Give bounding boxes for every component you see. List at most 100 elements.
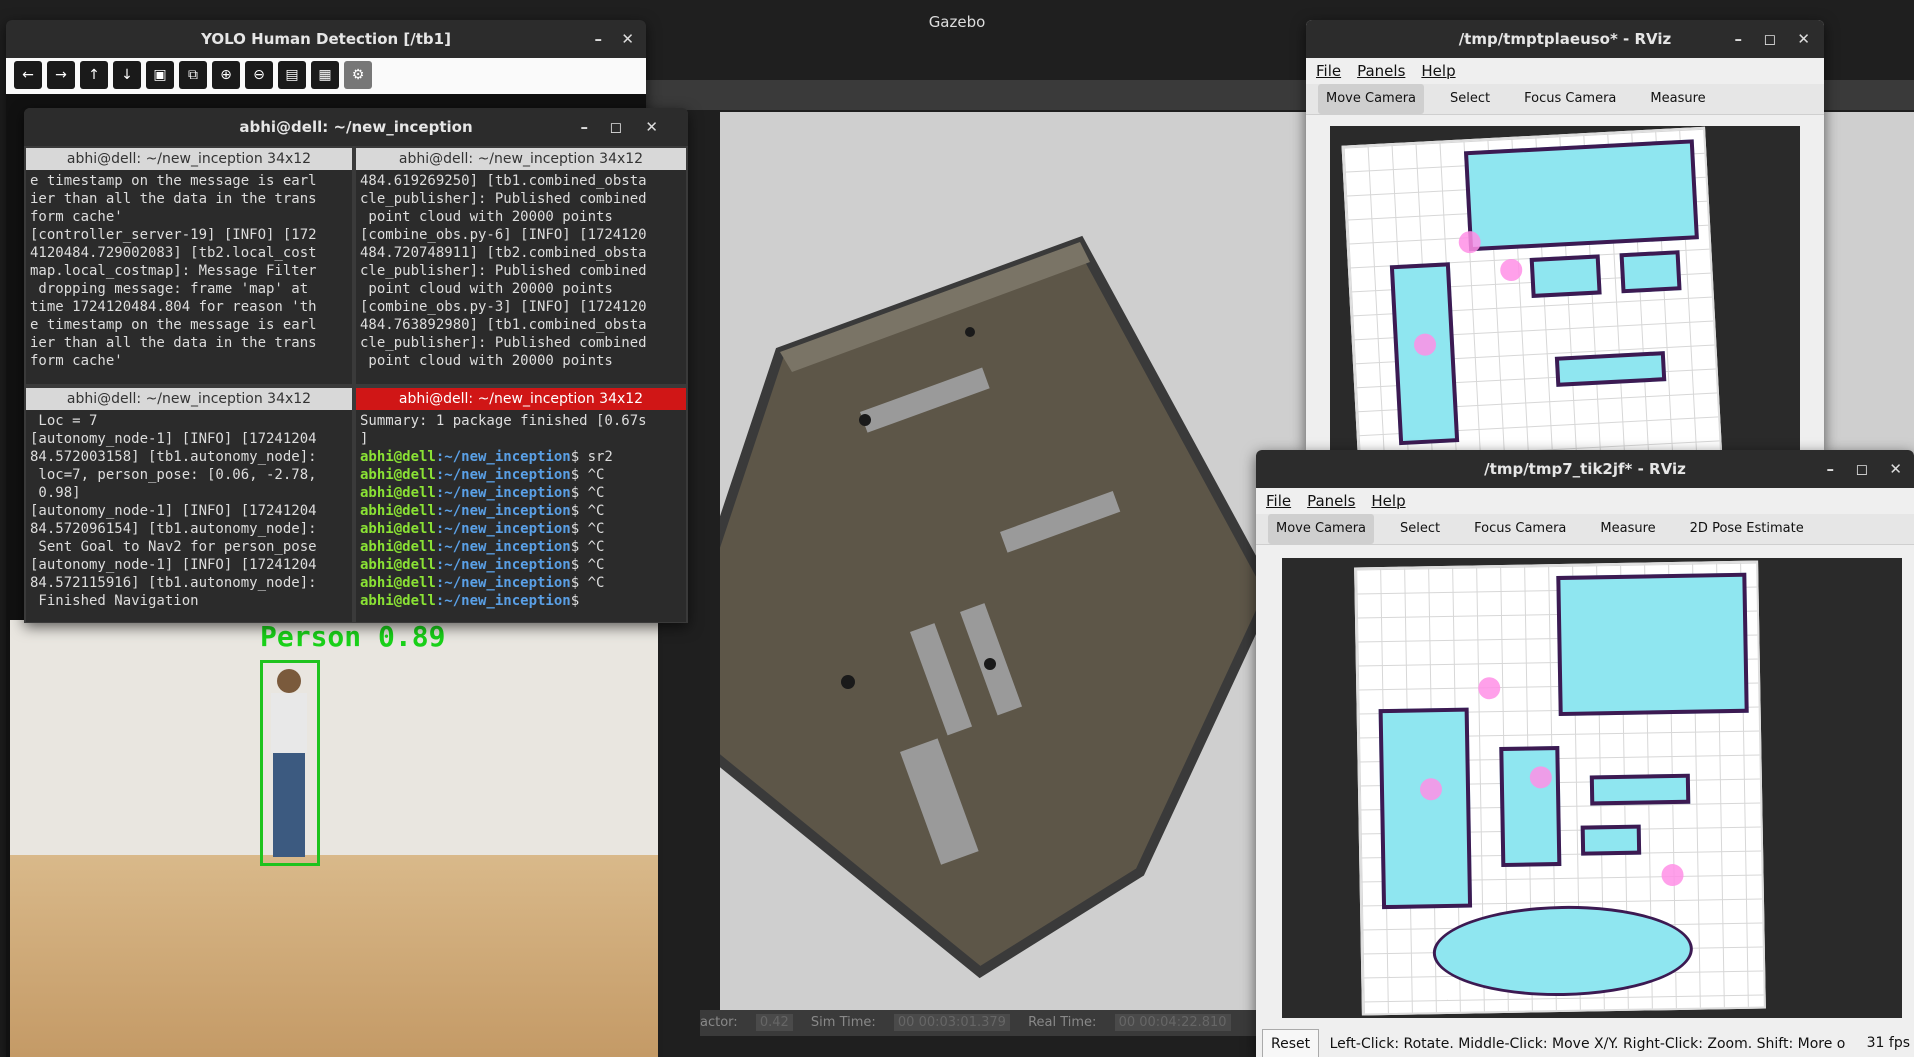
rviz-window-2: /tmp/tmp7_tik2jf* - RViz – ◻ ✕ File Pane… <box>1256 450 1914 1057</box>
zoom-in-icon[interactable]: ⊕ <box>212 61 240 89</box>
terminal-line: form cache' <box>30 353 123 369</box>
rviz1-titlebar[interactable]: /tmp/tmptplaeuso* - RViz – ◻ ✕ <box>1306 20 1824 58</box>
tool-select[interactable]: Select <box>1442 84 1498 114</box>
terminal-line: [autonomy_node-1] [INFO] [17241204 <box>30 431 317 447</box>
rviz2-3d-view[interactable] <box>1282 558 1902 1018</box>
rviz1-menubar: File Panels Help <box>1306 58 1824 84</box>
back-arrow-icon[interactable]: ← <box>14 61 42 89</box>
menu-help[interactable]: Help <box>1421 58 1455 84</box>
terminal-line: cle_publisher]: Published combined <box>360 191 647 207</box>
mouse-hint: Left-Click: Rotate. Middle-Click: Move X… <box>1329 1036 1846 1052</box>
tool-measure[interactable]: Measure <box>1592 514 1663 544</box>
terminal-line: 84.572115916] [tb1.autonomy_node]: <box>30 575 317 591</box>
reset-button[interactable]: Reset <box>1262 1029 1320 1057</box>
person-torso <box>271 693 307 753</box>
close-icon[interactable]: ✕ <box>1797 20 1810 58</box>
terminal-window: abhi@dell: ~/new_inception – ◻ ✕ abhi@de… <box>24 108 688 623</box>
terminal-pane-1[interactable]: abhi@dell: ~/new_inception 34x12 e times… <box>26 148 352 384</box>
menu-panels[interactable]: Panels <box>1357 58 1405 84</box>
close-icon[interactable]: ✕ <box>621 20 634 58</box>
menu-panels[interactable]: Panels <box>1307 488 1355 514</box>
tool-2d-pose-estimate[interactable]: 2D Pose Estimate <box>1682 514 1812 544</box>
tool-focus-camera[interactable]: Focus Camera <box>1466 514 1574 544</box>
rviz2-toolbar: Move Camera Select Focus Camera Measure … <box>1256 514 1914 545</box>
prompt-line: abhi@dell:~/new_inception$ sr2 <box>360 448 682 466</box>
zoom-out-icon[interactable]: ⊖ <box>245 61 273 89</box>
yolo-title: YOLO Human Detection [/tb1] <box>201 30 451 48</box>
zoom-fit-icon[interactable]: ⧉ <box>179 61 207 89</box>
menu-help[interactable]: Help <box>1371 488 1405 514</box>
terminal-line: e timestamp on the message is earl <box>30 173 317 189</box>
rviz-window-1: /tmp/tmptplaeuso* - RViz – ◻ ✕ File Pane… <box>1306 20 1824 450</box>
yolo-titlebar[interactable]: YOLO Human Detection [/tb1] – ✕ <box>6 20 646 58</box>
detection-label: Person 0.89 <box>260 620 446 653</box>
prompt-line: abhi@dell:~/new_inception$ ^C <box>360 538 682 556</box>
terminal-line: 4120484.729002083] [tb2.local_cost <box>30 245 317 261</box>
settings-icon[interactable]: ⚙ <box>344 61 372 89</box>
terminal-line: cle_publisher]: Published combined <box>360 335 647 351</box>
prompt-user: abhi@dell <box>360 539 436 555</box>
pane-output: e timestamp on the message is earl ier th… <box>26 170 352 372</box>
prompt-line: abhi@dell:~/new_inception$ ^C <box>360 556 682 574</box>
terminal-line: 484.720748911] [tb2.combined_obsta <box>360 245 647 261</box>
pane-output: Loc = 7 [autonomy_node-1] [INFO] [1724120… <box>26 410 352 612</box>
zoom-rect-icon[interactable]: ▣ <box>146 61 174 89</box>
rviz1-3d-view[interactable] <box>1330 126 1800 450</box>
rviz2-menubar: File Panels Help <box>1256 488 1914 514</box>
tool-measure[interactable]: Measure <box>1642 84 1713 114</box>
yolo-toolbar: ← → ↑ ↓ ▣ ⧉ ⊕ ⊖ ▤ ▦ ⚙ <box>6 58 646 94</box>
prompt-path: :~/new_inception <box>435 575 571 591</box>
tool-move-camera[interactable]: Move Camera <box>1318 84 1425 114</box>
save-icon[interactable]: ▤ <box>278 61 306 89</box>
close-icon[interactable]: ✕ <box>645 108 658 146</box>
forward-arrow-icon[interactable]: → <box>47 61 75 89</box>
sim-time-label: Sim Time: <box>810 1015 876 1030</box>
prompt-command: $ ^C <box>570 521 605 537</box>
prompt-user: abhi@dell <box>360 557 436 573</box>
prompt-command: $ ^C <box>570 467 605 483</box>
close-icon[interactable]: ✕ <box>1889 450 1902 488</box>
command-history: abhi@dell:~/new_inception$ sr2 abhi@dell:… <box>360 448 682 610</box>
rviz1-toolbar: Move Camera Select Focus Camera Measure <box>1306 84 1824 115</box>
terminal-pane-3[interactable]: abhi@dell: ~/new_inception 34x12 Loc = 7… <box>26 388 352 622</box>
maximize-icon[interactable]: ◻ <box>1856 450 1868 488</box>
terminal-line: Loc = 7 <box>30 413 98 429</box>
maximize-icon[interactable]: ◻ <box>1764 20 1776 58</box>
pane-header: abhi@dell: ~/new_inception 34x12 <box>26 388 352 410</box>
minimize-icon[interactable]: – <box>1735 20 1743 58</box>
rviz2-title: /tmp/tmp7_tik2jf* - RViz <box>1484 460 1686 478</box>
terminal-line: [combine_obs.py-3] [INFO] [1724120 <box>360 299 647 315</box>
gazebo-status-bar: actor: 0.42 Sim Time: 00 00:03:01.379 Re… <box>700 1010 1260 1036</box>
prompt-path: :~/new_inception <box>435 467 571 483</box>
minimize-icon[interactable]: – <box>1827 450 1835 488</box>
terminal-pane-4[interactable]: abhi@dell: ~/new_inception 34x12 Summary… <box>356 388 686 622</box>
maximize-icon[interactable]: ◻ <box>610 108 622 146</box>
terminal-titlebar[interactable]: abhi@dell: ~/new_inception – ◻ ✕ <box>24 108 688 146</box>
terminal-pane-2[interactable]: abhi@dell: ~/new_inception 34x12 484.619… <box>356 148 686 384</box>
rviz2-titlebar[interactable]: /tmp/tmp7_tik2jf* - RViz – ◻ ✕ <box>1256 450 1914 488</box>
minimize-icon[interactable]: – <box>581 108 589 146</box>
prompt-line: abhi@dell:~/new_inception$ ^C <box>360 484 682 502</box>
prompt-command: $ ^C <box>570 539 605 555</box>
rviz1-title: /tmp/tmptplaeuso* - RViz <box>1458 30 1672 48</box>
up-arrow-icon[interactable]: ↑ <box>80 61 108 89</box>
menu-file[interactable]: File <box>1316 58 1341 84</box>
save-as-icon[interactable]: ▦ <box>311 61 339 89</box>
tool-move-camera[interactable]: Move Camera <box>1268 514 1375 544</box>
prompt-command: $ ^C <box>570 503 605 519</box>
tool-focus-camera[interactable]: Focus Camera <box>1516 84 1624 114</box>
occupancy-map <box>1354 560 1766 1016</box>
menu-file[interactable]: File <box>1266 488 1291 514</box>
terminal-line: 84.572003158] [tb1.autonomy_node]: <box>30 449 317 465</box>
prompt-line: abhi@dell:~/new_inception$ ^C <box>360 502 682 520</box>
prompt-user: abhi@dell <box>360 521 436 537</box>
occupancy-map <box>1341 126 1723 450</box>
terminal-line: point cloud with 20000 points <box>360 281 613 297</box>
minimize-icon[interactable]: – <box>595 20 603 58</box>
prompt-path: :~/new_inception <box>435 503 571 519</box>
prompt-line: abhi@dell:~/new_inception$ ^C <box>360 520 682 538</box>
terminal-line: map.local_costmap]: Message Filter <box>30 263 317 279</box>
down-arrow-icon[interactable]: ↓ <box>113 61 141 89</box>
fps-counter: 31 fps <box>1866 1035 1910 1051</box>
tool-select[interactable]: Select <box>1392 514 1448 544</box>
